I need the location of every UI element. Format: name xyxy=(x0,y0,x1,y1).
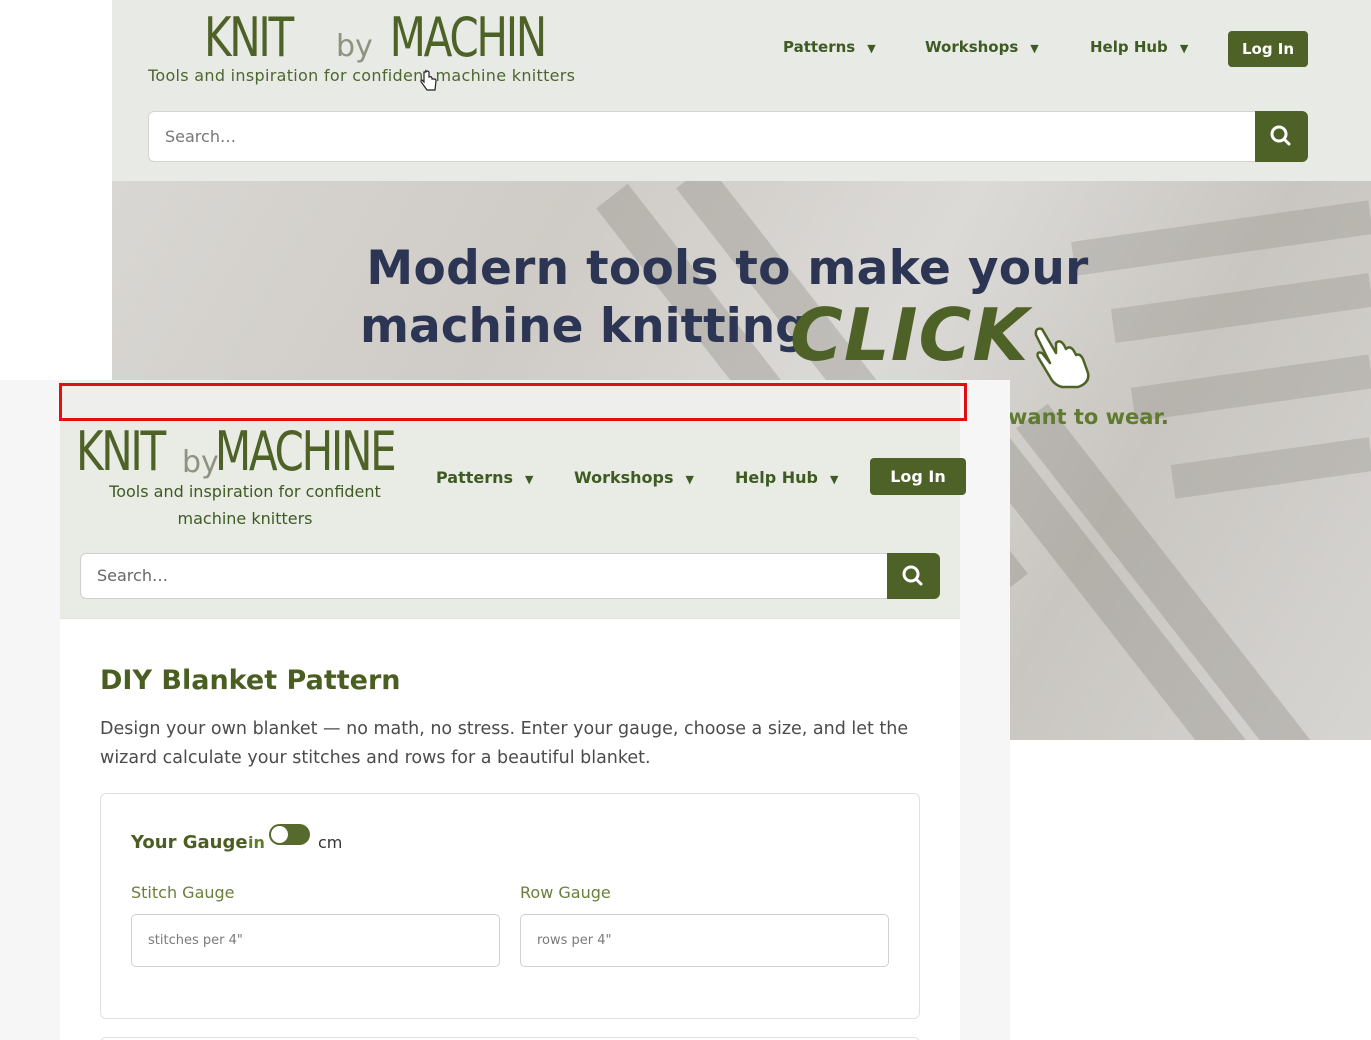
site-tagline: Tools and inspiration for confident mach… xyxy=(148,66,576,85)
nav-help-hub[interactable]: Help Hub ▼ xyxy=(735,468,838,487)
nav-workshops[interactable]: Workshops ▼ xyxy=(925,38,1039,56)
svg-text:KNIT: KNIT xyxy=(76,421,167,480)
site-tagline: Tools and inspiration for confident mach… xyxy=(109,482,381,528)
chevron-down-icon: ▼ xyxy=(1179,42,1189,55)
search-button[interactable] xyxy=(887,553,940,599)
stitch-gauge-input[interactable]: stitches per 4" xyxy=(131,914,500,967)
login-button[interactable]: Log In xyxy=(870,458,966,495)
gauge-title: Your Gauge xyxy=(131,832,248,853)
site-logo[interactable]: KNIT by MACHINE xyxy=(204,4,544,66)
hero-heading-line1: Modern tools to make your xyxy=(366,241,1089,296)
site-header: KNIT by MACHINE Tools and inspiration fo… xyxy=(112,0,1371,181)
chevron-down-icon: ▼ xyxy=(867,42,876,55)
unit-label-in: in xyxy=(248,833,265,852)
main-content: DIY Blanket Pattern Design your own blan… xyxy=(60,618,960,1040)
unit-toggle[interactable] xyxy=(269,824,310,845)
row-gauge-label: Row Gauge xyxy=(520,883,611,902)
nav-patterns[interactable]: Patterns ▼ xyxy=(783,38,876,56)
search-icon xyxy=(902,565,923,586)
stitch-gauge-label: Stitch Gauge xyxy=(131,883,235,902)
hero-subtext: want to wear. xyxy=(1008,405,1169,429)
nav-workshops[interactable]: Workshops ▼ xyxy=(574,468,694,487)
search-input[interactable]: Search… xyxy=(148,111,1256,162)
search-input[interactable]: Search… xyxy=(80,553,888,599)
highlight-box xyxy=(59,383,967,421)
hero-highlight-word: CLICK xyxy=(790,293,1030,377)
svg-text:by: by xyxy=(182,445,219,480)
site-logo[interactable]: KNIT by MACHINE xyxy=(76,420,412,480)
login-button[interactable]: Log In xyxy=(1228,31,1308,67)
svg-text:by: by xyxy=(336,29,373,64)
chevron-down-icon: ▼ xyxy=(1030,42,1039,55)
search-button[interactable] xyxy=(1255,111,1308,162)
pointing-hand-icon xyxy=(1034,327,1090,389)
chevron-down-icon: ▼ xyxy=(829,473,839,486)
svg-text:MACHINE: MACHINE xyxy=(390,7,544,66)
unit-label-cm: cm xyxy=(318,833,343,852)
page-title: DIY Blanket Pattern xyxy=(100,665,401,696)
mouse-cursor-icon xyxy=(420,70,437,91)
svg-text:MACHINE: MACHINE xyxy=(215,421,395,480)
nav-patterns[interactable]: Patterns ▼ xyxy=(436,468,534,487)
page-description: Design your own blanket — no math, no st… xyxy=(100,719,909,768)
foreground-window: KNIT by MACHINE Tools and inspiration fo… xyxy=(0,380,1010,1040)
search-icon xyxy=(1270,125,1291,146)
gauge-card: Your Gauge in cm Stitch Gauge stitches p… xyxy=(100,793,920,1019)
row-gauge-input[interactable]: rows per 4" xyxy=(520,914,889,967)
svg-text:KNIT: KNIT xyxy=(204,7,295,66)
hero-heading-line2: machine knitting xyxy=(360,299,809,354)
chevron-down-icon: ▼ xyxy=(525,473,534,486)
chevron-down-icon: ▼ xyxy=(685,473,694,486)
toggle-knob xyxy=(271,826,288,843)
nav-help-hub[interactable]: Help Hub ▼ xyxy=(1090,38,1188,56)
